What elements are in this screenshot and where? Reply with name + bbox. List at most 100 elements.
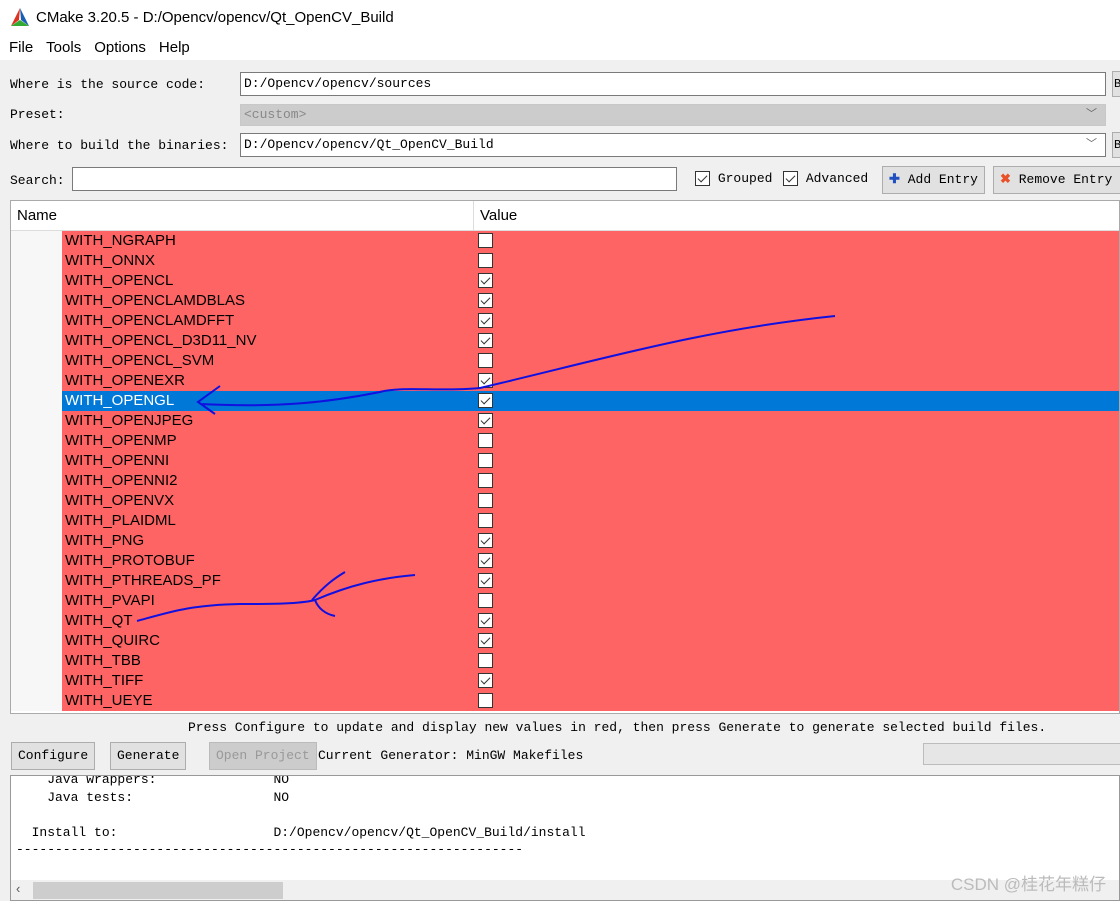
table-row[interactable]: WITH_TIFF bbox=[11, 671, 1119, 691]
entry-value-checkbox[interactable] bbox=[478, 613, 493, 628]
table-row[interactable]: WITH_OPENJPEG bbox=[11, 411, 1119, 431]
table-row[interactable]: WITH_OPENCL_D3D11_NV bbox=[11, 331, 1119, 351]
entry-value-checkbox[interactable] bbox=[478, 393, 493, 408]
table-row[interactable]: WITH_OPENCLAMDFFT bbox=[11, 311, 1119, 331]
entry-name[interactable]: WITH_UEYE bbox=[62, 691, 1119, 711]
column-header-value[interactable]: Value bbox=[474, 201, 517, 230]
entry-value-checkbox[interactable] bbox=[478, 573, 493, 588]
entry-name[interactable]: WITH_OPENEXR bbox=[62, 371, 1119, 391]
entry-name[interactable]: WITH_OPENCL bbox=[62, 271, 1119, 291]
table-row[interactable]: WITH_QT bbox=[11, 611, 1119, 631]
entry-name[interactable]: WITH_OPENCLAMDBLAS bbox=[62, 291, 1119, 311]
entry-name[interactable]: WITH_OPENCLAMDFFT bbox=[62, 311, 1119, 331]
entry-name[interactable]: WITH_PVAPI bbox=[62, 591, 1119, 611]
entry-name[interactable]: WITH_TIFF bbox=[62, 671, 1119, 691]
entry-value-checkbox[interactable] bbox=[478, 533, 493, 548]
table-row[interactable]: WITH_OPENVX bbox=[11, 491, 1119, 511]
entry-value-checkbox[interactable] bbox=[478, 333, 493, 348]
table-row[interactable]: WITH_OPENGL bbox=[11, 391, 1119, 411]
entry-value-checkbox[interactable] bbox=[478, 433, 493, 448]
entry-name[interactable]: WITH_OPENNI bbox=[62, 451, 1119, 471]
entry-name[interactable]: WITH_OPENJPEG bbox=[62, 411, 1119, 431]
entry-value-checkbox[interactable] bbox=[478, 273, 493, 288]
entry-value-checkbox[interactable] bbox=[478, 233, 493, 248]
table-row[interactable]: WITH_OPENCL bbox=[11, 271, 1119, 291]
row-gutter bbox=[11, 671, 62, 691]
entry-name[interactable]: WITH_OPENNI2 bbox=[62, 471, 1119, 491]
table-row[interactable]: WITH_PNG bbox=[11, 531, 1119, 551]
entry-value-checkbox[interactable] bbox=[478, 513, 493, 528]
row-gutter bbox=[11, 391, 62, 411]
entry-value-checkbox[interactable] bbox=[478, 473, 493, 488]
entry-name[interactable]: WITH_OPENCL_D3D11_NV bbox=[62, 331, 1119, 351]
entry-name[interactable]: WITH_PTHREADS_PF bbox=[62, 571, 1119, 591]
advanced-checkbox[interactable]: Advanced bbox=[783, 171, 868, 187]
entry-value-checkbox[interactable] bbox=[478, 673, 493, 688]
table-row[interactable]: WITH_ONNX bbox=[11, 251, 1119, 271]
entry-name[interactable]: WITH_NGRAPH bbox=[62, 231, 1119, 251]
scrollbar-thumb[interactable] bbox=[33, 882, 283, 899]
table-row[interactable]: WITH_QUIRC bbox=[11, 631, 1119, 651]
entry-value-checkbox[interactable] bbox=[478, 653, 493, 668]
grouped-checkbox[interactable]: Grouped bbox=[695, 171, 772, 187]
checkbox[interactable] bbox=[695, 171, 710, 187]
entry-name[interactable]: WITH_PLAIDML bbox=[62, 511, 1119, 531]
source-input[interactable]: D:/Opencv/opencv/sources bbox=[240, 72, 1106, 96]
entry-name[interactable]: WITH_QUIRC bbox=[62, 631, 1119, 651]
menu-options[interactable]: Options bbox=[94, 39, 146, 56]
table-row[interactable]: WITH_OPENEXR bbox=[11, 371, 1119, 391]
checkbox[interactable] bbox=[783, 171, 798, 187]
entry-name[interactable]: WITH_OPENVX bbox=[62, 491, 1119, 511]
menu-help[interactable]: Help bbox=[159, 39, 190, 56]
preset-select[interactable]: <custom> ﹀ bbox=[240, 104, 1106, 126]
entry-name[interactable]: WITH_PNG bbox=[62, 531, 1119, 551]
entry-value-checkbox[interactable] bbox=[478, 633, 493, 648]
table-row[interactable]: WITH_PLAIDML bbox=[11, 511, 1119, 531]
entry-value-checkbox[interactable] bbox=[478, 453, 493, 468]
table-row[interactable]: WITH_OPENMP bbox=[11, 431, 1119, 451]
configure-button[interactable]: Configure bbox=[11, 742, 96, 770]
table-row[interactable]: WITH_OPENCLAMDBLAS bbox=[11, 291, 1119, 311]
entry-value-checkbox[interactable] bbox=[478, 593, 493, 608]
scroll-left-icon[interactable]: ‹ bbox=[16, 881, 20, 896]
table-row[interactable]: WITH_UEYE bbox=[11, 691, 1119, 711]
entry-value-checkbox[interactable] bbox=[478, 373, 493, 388]
table-row[interactable]: WITH_NGRAPH bbox=[11, 231, 1119, 251]
entry-value-checkbox[interactable] bbox=[478, 493, 493, 508]
entry-name[interactable]: WITH_TBB bbox=[62, 651, 1119, 671]
add-entry-button[interactable]: ✚ Add Entry bbox=[882, 166, 985, 194]
menu-bar: File Tools Options Help bbox=[0, 34, 1120, 60]
table-row[interactable]: WITH_OPENNI bbox=[11, 451, 1119, 471]
entry-name[interactable]: WITH_OPENMP bbox=[62, 431, 1119, 451]
search-input[interactable] bbox=[72, 167, 677, 191]
column-header-name[interactable]: Name bbox=[11, 201, 474, 230]
entry-value-checkbox[interactable] bbox=[478, 253, 493, 268]
table-row[interactable]: WITH_PTHREADS_PF bbox=[11, 571, 1119, 591]
entry-value-checkbox[interactable] bbox=[478, 553, 493, 568]
table-row[interactable]: WITH_OPENCL_SVM bbox=[11, 351, 1119, 371]
entry-name[interactable]: WITH_OPENGL bbox=[62, 391, 1119, 411]
entry-value-checkbox[interactable] bbox=[478, 313, 493, 328]
entry-value-checkbox[interactable] bbox=[478, 353, 493, 368]
generate-button[interactable]: Generate bbox=[110, 742, 187, 770]
browse-source-button[interactable]: B bbox=[1112, 71, 1120, 97]
row-gutter bbox=[11, 651, 62, 671]
entry-name[interactable]: WITH_OPENCL_SVM bbox=[62, 351, 1119, 371]
table-row[interactable]: WITH_PVAPI bbox=[11, 591, 1119, 611]
row-gutter bbox=[11, 571, 62, 591]
remove-entry-button[interactable]: ✖ Remove Entry bbox=[993, 166, 1120, 194]
menu-tools[interactable]: Tools bbox=[46, 39, 81, 56]
entry-name[interactable]: WITH_PROTOBUF bbox=[62, 551, 1119, 571]
menu-file[interactable]: File bbox=[9, 39, 33, 56]
table-row[interactable]: WITH_PROTOBUF bbox=[11, 551, 1119, 571]
build-dir-combobox[interactable]: D:/Opencv/opencv/Qt_OpenCV_Build ﹀ bbox=[240, 133, 1106, 157]
table-row[interactable]: WITH_TBB bbox=[11, 651, 1119, 671]
table-row[interactable]: WITH_OPENNI2 bbox=[11, 471, 1119, 491]
entry-value-checkbox[interactable] bbox=[478, 293, 493, 308]
browse-build-button[interactable]: B bbox=[1112, 132, 1120, 158]
entry-value-checkbox[interactable] bbox=[478, 413, 493, 428]
entry-name[interactable]: WITH_QT bbox=[62, 611, 1119, 631]
entry-value-checkbox[interactable] bbox=[478, 693, 493, 708]
remove-entry-label: Remove Entry bbox=[1018, 172, 1113, 187]
entry-name[interactable]: WITH_ONNX bbox=[62, 251, 1119, 271]
